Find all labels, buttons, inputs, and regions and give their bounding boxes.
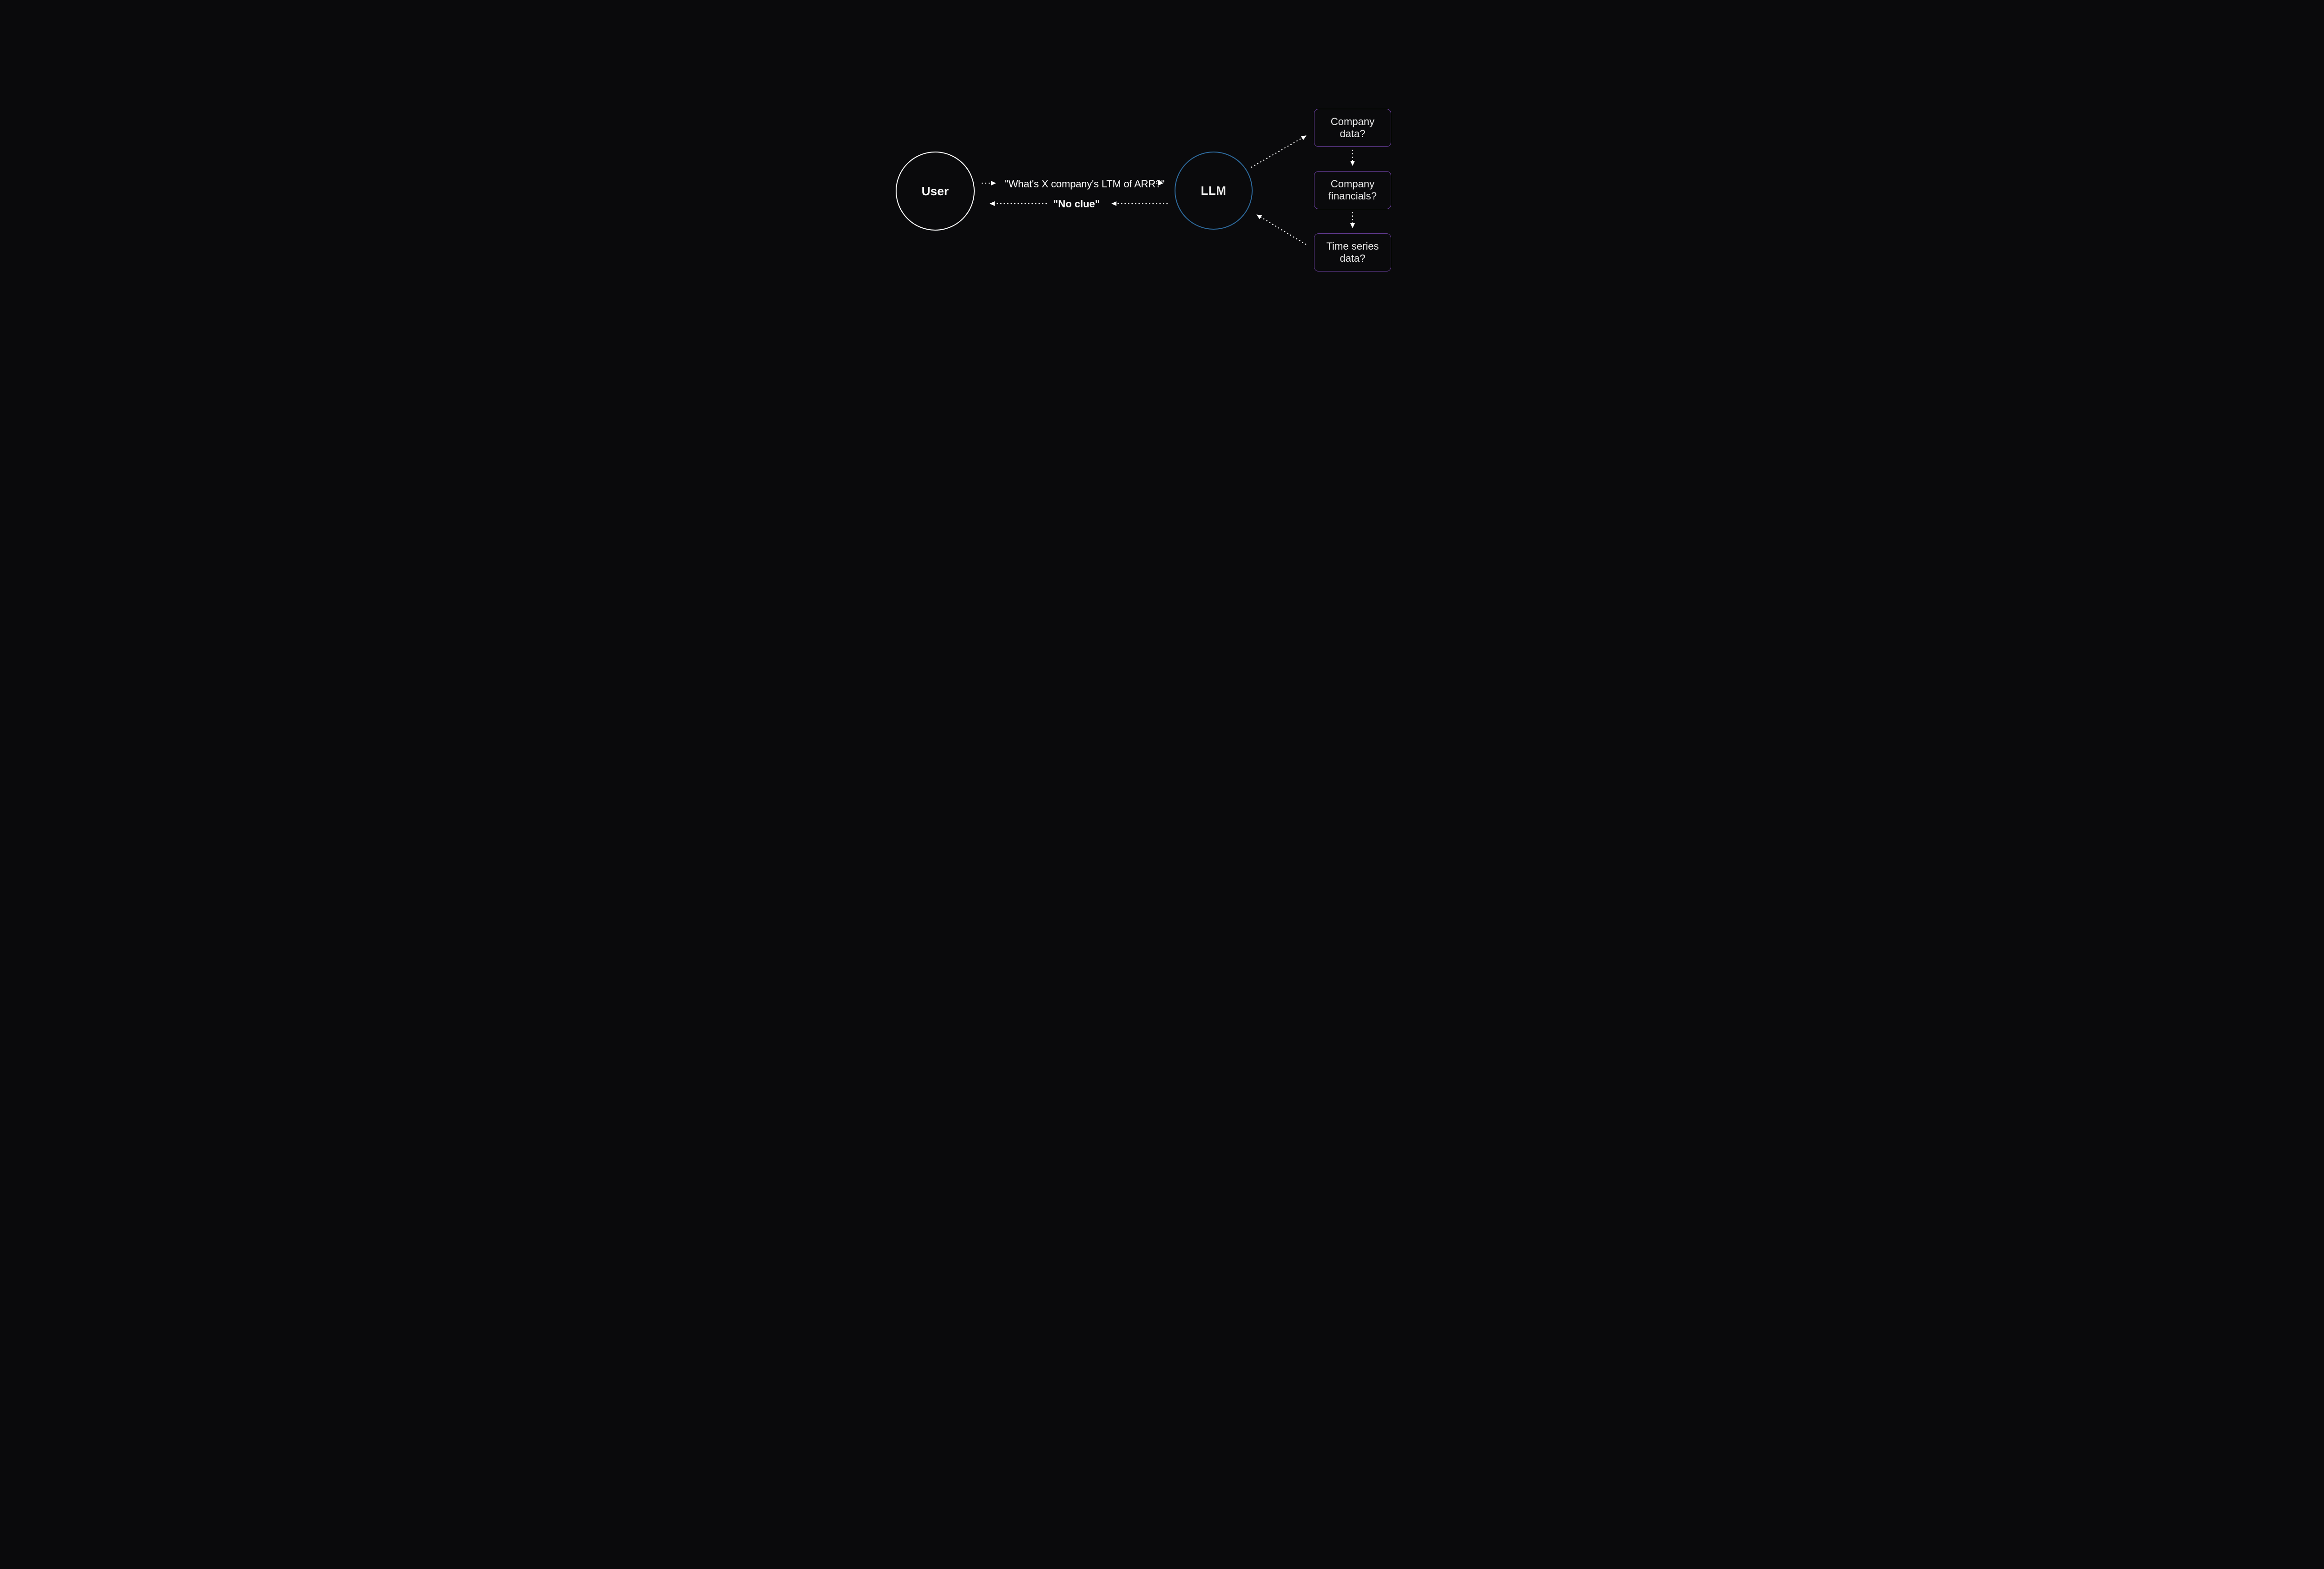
response-message: "No clue": [1053, 198, 1100, 210]
box-company-data: Company data?: [1314, 109, 1391, 147]
box-company-financials: Company financials?: [1314, 171, 1391, 209]
box-label: Company financials?: [1319, 178, 1386, 202]
box-label: Time series data?: [1319, 240, 1386, 265]
arrow-box3-to-llm: [1257, 215, 1306, 245]
user-node: User: [896, 152, 975, 231]
box-time-series-data: Time series data?: [1314, 233, 1391, 271]
llm-label: LLM: [1201, 184, 1227, 198]
arrow-llm-to-box1: [1251, 136, 1306, 167]
llm-node: LLM: [1175, 152, 1253, 230]
query-message: "What's X company's LTM of ARR?": [1005, 178, 1165, 190]
user-label: User: [922, 184, 949, 199]
box-label: Company data?: [1319, 116, 1386, 140]
diagram-canvas: User LLM Company data? Company financial…: [805, 0, 1519, 402]
